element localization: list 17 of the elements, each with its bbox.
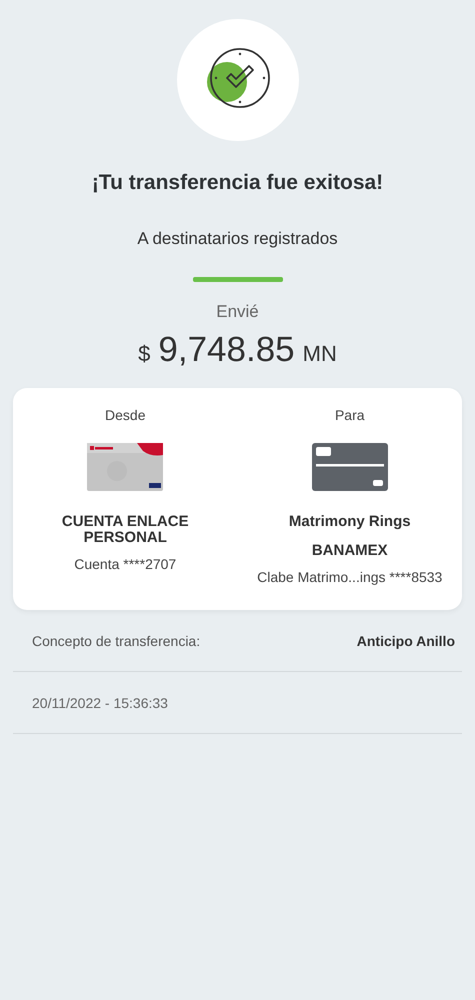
account-heading: Desde	[105, 407, 146, 423]
subtitle: A destinatarios registrados	[137, 229, 338, 249]
account-name: CUENTA ENLACE PERSONAL	[60, 514, 190, 546]
amount-label: Envié	[216, 302, 259, 322]
currency-unit: MN	[302, 341, 337, 367]
account-number: Clabe Matrimo...ings ****8533	[257, 569, 442, 585]
success-title: ¡Tu transferencia fue exitosa!	[92, 171, 384, 195]
amount-value: 9,748.85	[158, 330, 295, 370]
account-number: Cuenta ****2707	[74, 556, 176, 572]
concept-label: Concepto de transferencia:	[32, 632, 200, 648]
account-heading: Para	[334, 407, 365, 423]
transfer-datetime: 20/11/2022 - 15:36:33	[32, 694, 168, 710]
currency-symbol: $	[138, 341, 150, 367]
bank-name: BANAMEX	[312, 542, 388, 559]
bank-card-icon	[312, 443, 388, 491]
account-name: Matrimony Rings	[288, 514, 412, 530]
concept-value: Anticipo Anillo	[356, 632, 455, 648]
